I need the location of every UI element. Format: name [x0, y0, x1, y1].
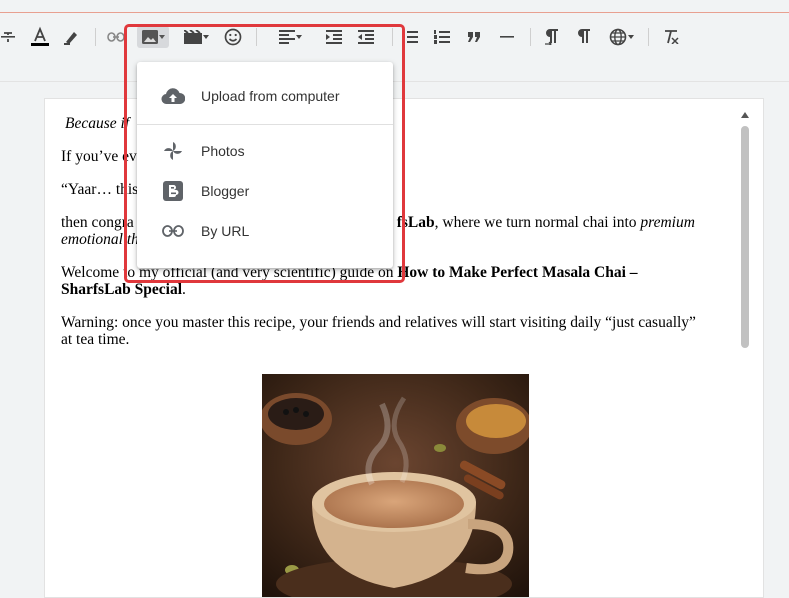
header-accent-line — [0, 12, 789, 13]
text-color-icon[interactable] — [30, 26, 50, 48]
toolbar-separator — [530, 28, 531, 46]
strikethrough-icon[interactable] — [0, 26, 16, 48]
cloud-upload-icon — [161, 86, 185, 106]
insert-image-menu: Upload from computer Photos Blogger By U… — [137, 62, 393, 268]
paragraph-warning[interactable]: Warning: once you master this recipe, yo… — [61, 314, 706, 348]
link-icon — [161, 221, 185, 241]
chevron-down-icon — [202, 35, 209, 39]
editor-toolbar — [0, 14, 789, 82]
clear-formatting-icon[interactable] — [661, 26, 681, 48]
ltr-icon[interactable] — [542, 26, 562, 48]
chevron-down-icon — [627, 35, 634, 39]
numbered-list-icon[interactable] — [432, 26, 452, 48]
emoji-icon[interactable] — [223, 26, 243, 48]
google-photos-icon — [161, 141, 185, 161]
paragraph-welcome[interactable]: Welcome to my official (and very scienti… — [61, 264, 706, 298]
toolbar-separator — [648, 28, 649, 46]
editor-scrollbar[interactable] — [736, 110, 754, 596]
insert-image-button[interactable] — [137, 26, 169, 48]
toolbar-separator — [256, 28, 257, 46]
menu-item-by-url[interactable]: By URL — [137, 213, 393, 249]
quote-icon[interactable] — [464, 26, 484, 48]
toolbar-separator — [392, 28, 393, 46]
chevron-down-icon — [295, 35, 302, 39]
masala-chai-photo[interactable] — [262, 374, 529, 597]
align-left-icon — [278, 30, 295, 44]
video-icon — [183, 30, 202, 44]
horizontal-rule-icon[interactable] — [497, 26, 517, 48]
chevron-down-icon — [158, 35, 165, 39]
outdent-icon[interactable] — [356, 26, 376, 48]
insert-video-button[interactable] — [181, 26, 211, 48]
menu-item-photos[interactable]: Photos — [137, 133, 393, 169]
menu-item-upload-from-computer[interactable]: Upload from computer — [137, 78, 393, 114]
scroll-up-arrow-icon[interactable] — [741, 112, 749, 118]
highlight-color-icon[interactable] — [62, 26, 82, 48]
scrollbar-thumb[interactable] — [741, 126, 749, 348]
alignment-button[interactable] — [274, 26, 306, 48]
menu-item-blogger[interactable]: Blogger — [137, 173, 393, 209]
rtl-icon[interactable] — [574, 26, 594, 48]
indent-icon[interactable] — [324, 26, 344, 48]
blogger-icon — [161, 181, 185, 201]
link-icon[interactable] — [106, 26, 126, 48]
language-button[interactable] — [606, 26, 636, 48]
globe-icon — [609, 28, 626, 46]
bulleted-list-icon[interactable] — [400, 26, 420, 48]
toolbar-separator — [95, 28, 96, 46]
image-icon — [141, 30, 158, 44]
menu-divider — [137, 124, 393, 125]
